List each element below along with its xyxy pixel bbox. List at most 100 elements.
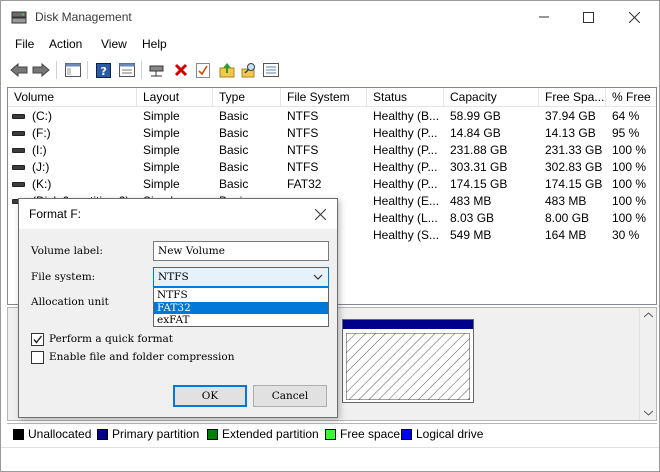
column-header-free-space[interactable]: Free Spa...	[539, 88, 606, 107]
file-system-selected-value: NTFS	[158, 271, 189, 283]
column-header-percent-free[interactable]: % Free	[606, 88, 656, 107]
toolbar-separator	[56, 61, 57, 79]
column-header-capacity[interactable]: Capacity	[444, 88, 539, 107]
back-button[interactable]	[9, 60, 29, 80]
column-header-status[interactable]: Status	[367, 88, 444, 107]
console-tree-button[interactable]	[63, 60, 83, 80]
legend-logical-drive: Logical drive	[401, 428, 483, 442]
partition-block[interactable]	[342, 319, 474, 403]
column-header-volume[interactable]: Volume	[8, 88, 137, 107]
close-icon	[628, 11, 640, 23]
cell-capacity: 58.99 GB	[450, 109, 501, 123]
partition-type-bar	[343, 320, 473, 329]
selected-partition-hatch	[346, 333, 470, 400]
legend-label: Extended partition	[222, 427, 319, 441]
dialog-close-button[interactable]	[311, 205, 329, 223]
cell-capacity: 483 MB	[450, 194, 492, 208]
legend-label: Unallocated	[28, 427, 92, 441]
properties-button[interactable]	[117, 60, 137, 80]
dialog-title-bar: Format F:	[19, 199, 337, 229]
status-bar	[1, 447, 659, 471]
help-button[interactable]: ?	[93, 60, 113, 80]
legend-bar: Unallocated Primary partition Extended p…	[7, 423, 657, 443]
cell-status: Healthy (P...	[373, 143, 438, 157]
maximize-button[interactable]	[565, 1, 611, 33]
quick-format-checkbox[interactable]	[31, 333, 44, 346]
menu-file[interactable]: File	[15, 37, 34, 51]
drive-icon	[12, 182, 25, 187]
cancel-button[interactable]: Cancel	[253, 385, 327, 407]
cell-type: Basic	[219, 126, 249, 140]
volume-label-input[interactable]: New Volume	[153, 241, 329, 261]
cell-status: Healthy (E...	[373, 194, 440, 208]
menu-bar: File Action View Help	[1, 35, 659, 55]
svg-text:?: ?	[100, 65, 106, 78]
compression-checkbox[interactable]	[31, 351, 44, 364]
column-header-layout[interactable]: Layout	[137, 88, 213, 107]
file-system-select[interactable]: NTFS	[153, 267, 329, 287]
delete-icon	[174, 63, 188, 77]
delete-button[interactable]	[171, 60, 191, 80]
menu-help[interactable]: Help	[142, 37, 167, 51]
title-bar: Disk Management	[1, 1, 659, 33]
table-row[interactable]: (I:) Simple Basic NTFS Healthy (P... 231.88 G…	[8, 142, 656, 159]
search-button[interactable]	[239, 60, 259, 80]
up-folder-icon	[219, 63, 235, 78]
cell-capacity: 231.88 GB	[450, 143, 508, 157]
cell-status: Healthy (S...	[373, 228, 440, 242]
cell-free-space: 231.33 GB	[545, 143, 603, 157]
cell-status: Healthy (P...	[373, 177, 438, 191]
cell-percent-free: 100 %	[612, 194, 647, 208]
table-row[interactable]: (K:) Simple Basic FAT32 Healthy (P... 174.15 …	[8, 176, 656, 193]
cell-layout: Simple	[143, 109, 180, 123]
cell-volume: (F:)	[32, 126, 51, 140]
forward-button[interactable]	[31, 60, 51, 80]
table-row[interactable]: (F:) Simple Basic NTFS Healthy (P... 14.84 GB…	[8, 125, 656, 142]
cell-volume: (C:)	[32, 109, 52, 123]
drive-icon	[12, 148, 25, 153]
menu-action[interactable]: Action	[49, 37, 82, 51]
dropdown-option-exfat[interactable]: exFAT	[154, 314, 328, 326]
cell-capacity: 14.84 GB	[450, 126, 501, 140]
column-header-file-system[interactable]: File System	[281, 88, 367, 107]
legend-unallocated: Unallocated	[13, 428, 91, 442]
toolbar-separator	[87, 61, 88, 79]
list-view-icon	[263, 63, 279, 77]
cell-file-system: NTFS	[287, 143, 319, 157]
checklist-button[interactable]	[193, 60, 213, 80]
cell-layout: Simple	[143, 160, 180, 174]
column-header-type[interactable]: Type	[213, 88, 281, 107]
cell-capacity: 303.31 GB	[450, 160, 508, 174]
cell-file-system: NTFS	[287, 109, 319, 123]
cell-percent-free: 64 %	[612, 109, 640, 123]
menu-view[interactable]: View	[101, 37, 127, 51]
cell-free-space: 302.83 GB	[545, 160, 603, 174]
legend-swatch	[13, 429, 24, 440]
close-button[interactable]	[611, 1, 657, 33]
back-arrow-icon	[10, 63, 28, 77]
scroll-down-icon[interactable]	[644, 410, 653, 416]
connect-button[interactable]	[147, 60, 167, 80]
cell-file-system: NTFS	[287, 126, 319, 140]
drive-icon	[12, 131, 25, 136]
cell-status: Healthy (L...	[373, 211, 438, 225]
help-icon: ?	[95, 62, 111, 78]
allocation-unit-caption: Allocation unit	[31, 296, 109, 308]
dropdown-option-fat32[interactable]: FAT32	[154, 302, 328, 314]
graph-vertical-scrollbar[interactable]	[639, 308, 656, 420]
dialog-title: Format F:	[29, 207, 82, 221]
table-row[interactable]: (C:) Simple Basic NTFS Healthy (B... 58.99 GB…	[8, 108, 656, 125]
cell-free-space: 174.15 GB	[545, 177, 603, 191]
up-folder-button[interactable]	[217, 60, 237, 80]
minimize-button[interactable]	[521, 1, 567, 33]
ok-button[interactable]: OK	[173, 385, 247, 407]
drive-icon	[12, 114, 25, 119]
list-view-button[interactable]	[261, 60, 281, 80]
dropdown-option-ntfs[interactable]: NTFS	[154, 289, 328, 301]
table-row[interactable]: (J:) Simple Basic NTFS Healthy (P... 303.31 G…	[8, 159, 656, 176]
cell-layout: Simple	[143, 143, 180, 157]
scroll-up-icon[interactable]	[644, 312, 653, 318]
cell-status: Healthy (P...	[373, 160, 438, 174]
window-title: Disk Management	[35, 10, 132, 24]
cell-free-space: 483 MB	[545, 194, 587, 208]
